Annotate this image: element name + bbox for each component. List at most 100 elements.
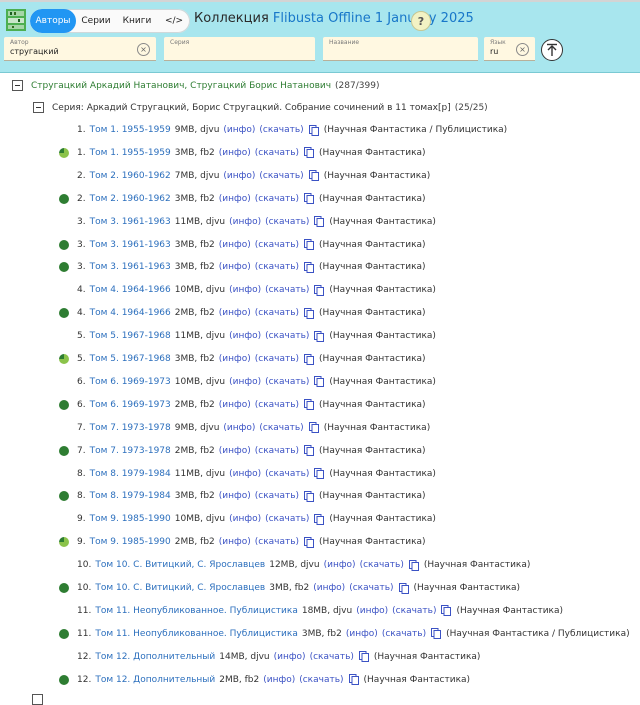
- book-title-link[interactable]: Том 3. 1961-1963: [90, 262, 171, 272]
- copy-icon[interactable]: [408, 559, 419, 571]
- clear-lang-icon[interactable]: ×: [516, 43, 529, 56]
- download-link[interactable]: (скачать): [265, 514, 309, 524]
- download-link[interactable]: (скачать): [310, 652, 354, 662]
- download-link[interactable]: (скачать): [255, 240, 299, 250]
- download-link[interactable]: (скачать): [255, 446, 299, 456]
- lang-field-value[interactable]: ru: [490, 47, 498, 56]
- book-title-link[interactable]: Том 1. 1955-1959: [90, 148, 171, 158]
- author-name[interactable]: Стругацкий Аркадий Натанович, Стругацкий…: [31, 81, 331, 91]
- info-link[interactable]: (инфо): [274, 652, 306, 662]
- tab-books[interactable]: Книги: [116, 9, 158, 33]
- download-link[interactable]: (скачать): [255, 491, 299, 501]
- title-field[interactable]: Название: [323, 37, 478, 61]
- download-link[interactable]: (скачать): [265, 331, 309, 341]
- series-name[interactable]: Серия: Аркадий Стругацкий, Борис Стругац…: [52, 103, 451, 113]
- info-link[interactable]: (инфо): [219, 354, 251, 364]
- upload-button[interactable]: [541, 39, 563, 61]
- book-title-link[interactable]: Том 9. 1985-1990: [90, 514, 171, 524]
- bookshelf-logo-icon[interactable]: [6, 9, 26, 31]
- book-title-link[interactable]: Том 6. 1969-1973: [90, 400, 171, 410]
- info-link[interactable]: (инфо): [229, 285, 261, 295]
- book-title-link[interactable]: Том 3. 1961-1963: [90, 217, 171, 227]
- collapse-author-icon[interactable]: [12, 80, 23, 91]
- copy-icon[interactable]: [358, 651, 369, 663]
- download-link[interactable]: (скачать): [255, 148, 299, 158]
- info-link[interactable]: (инфо): [219, 491, 251, 501]
- book-title-link[interactable]: Том 2. 1960-1962: [90, 194, 171, 204]
- book-title-link[interactable]: Том 10. С. Витицкий, С. Ярославцев: [95, 560, 265, 570]
- copy-icon[interactable]: [314, 468, 325, 479]
- info-link[interactable]: (инфо): [346, 629, 378, 639]
- series-field[interactable]: Серия: [164, 37, 315, 61]
- info-link[interactable]: (инфо): [223, 125, 255, 135]
- info-link[interactable]: (инфо): [219, 262, 251, 272]
- copy-icon[interactable]: [304, 193, 315, 205]
- info-link[interactable]: (инфо): [219, 148, 251, 158]
- book-title-link[interactable]: Том 8. 1979-1984: [90, 469, 171, 479]
- copy-icon[interactable]: [348, 674, 359, 686]
- download-link[interactable]: (скачать): [382, 629, 426, 639]
- book-title-link[interactable]: Том 9. 1985-1990: [90, 537, 171, 547]
- info-link[interactable]: (инфо): [229, 217, 261, 227]
- tab-code[interactable]: </>: [158, 9, 190, 33]
- book-title-link[interactable]: Том 11. Неопубликованное. Публицистика: [95, 606, 298, 616]
- copy-icon[interactable]: [304, 353, 315, 365]
- author-row[interactable]: Стругацкий Аркадий Натанович, Стругацкий…: [12, 80, 379, 91]
- download-link[interactable]: (скачать): [255, 354, 299, 364]
- collapse-series-icon[interactable]: [33, 102, 44, 113]
- book-title-link[interactable]: Том 1. 1955-1959: [90, 125, 171, 135]
- copy-icon[interactable]: [308, 422, 319, 434]
- help-button[interactable]: ?: [411, 11, 431, 31]
- info-link[interactable]: (инфо): [223, 171, 255, 181]
- info-link[interactable]: (инфо): [219, 240, 251, 250]
- download-link[interactable]: (скачать): [265, 217, 309, 227]
- copy-icon[interactable]: [308, 124, 319, 136]
- copy-icon[interactable]: [304, 490, 315, 502]
- download-link[interactable]: (скачать): [265, 469, 309, 479]
- info-link[interactable]: (инфо): [219, 194, 251, 204]
- download-link[interactable]: (скачать): [259, 171, 303, 181]
- tab-series[interactable]: Серии: [76, 9, 116, 33]
- info-link[interactable]: (инфо): [324, 560, 356, 570]
- book-title-link[interactable]: Том 4. 1964-1966: [90, 308, 171, 318]
- copy-icon[interactable]: [314, 284, 325, 296]
- info-link[interactable]: (инфо): [229, 331, 261, 341]
- book-title-link[interactable]: Том 11. Неопубликованное. Публицистика: [95, 629, 298, 639]
- book-title-link[interactable]: Том 2. 1960-1962: [90, 171, 171, 181]
- copy-icon[interactable]: [441, 605, 452, 617]
- copy-icon[interactable]: [304, 536, 315, 548]
- info-link[interactable]: (инфо): [356, 606, 388, 616]
- download-link[interactable]: (скачать): [255, 400, 299, 410]
- clear-author-icon[interactable]: ×: [137, 43, 150, 56]
- copy-icon[interactable]: [431, 628, 442, 640]
- info-link[interactable]: (инфо): [219, 446, 251, 456]
- copy-icon[interactable]: [308, 170, 319, 182]
- info-link[interactable]: (инфо): [219, 308, 251, 318]
- copy-icon[interactable]: [398, 582, 409, 594]
- book-title-link[interactable]: Том 7. 1973-1978: [90, 423, 171, 433]
- lang-field[interactable]: Язык ru ×: [484, 37, 535, 61]
- book-title-link[interactable]: Том 3. 1961-1963: [90, 240, 171, 250]
- copy-icon[interactable]: [304, 147, 315, 159]
- info-link[interactable]: (инфо): [229, 377, 261, 387]
- download-link[interactable]: (скачать): [259, 125, 303, 135]
- copy-icon[interactable]: [304, 239, 315, 250]
- copy-icon[interactable]: [314, 216, 325, 228]
- copy-icon[interactable]: [304, 399, 315, 411]
- copy-icon[interactable]: [304, 261, 315, 273]
- download-link[interactable]: (скачать): [349, 583, 393, 593]
- book-title-link[interactable]: Том 4. 1964-1966: [90, 285, 171, 295]
- author-field[interactable]: Автор стругацкий ×: [4, 37, 156, 61]
- download-link[interactable]: (скачать): [259, 423, 303, 433]
- copy-icon[interactable]: [304, 445, 315, 457]
- collection-name[interactable]: Flibusta Offline 1 January 2025: [273, 11, 474, 26]
- book-title-link[interactable]: Том 5. 1967-1968: [90, 331, 171, 341]
- download-link[interactable]: (скачать): [265, 285, 309, 295]
- series-row[interactable]: Серия: Аркадий Стругацкий, Борис Стругац…: [33, 102, 488, 113]
- book-title-link[interactable]: Том 12. Дополнительный: [95, 652, 215, 662]
- book-title-link[interactable]: Том 6. 1969-1973: [90, 377, 171, 387]
- info-link[interactable]: (инфо): [263, 675, 295, 685]
- book-title-link[interactable]: Том 5. 1967-1968: [90, 354, 171, 364]
- copy-icon[interactable]: [314, 513, 325, 525]
- download-link[interactable]: (скачать): [265, 377, 309, 387]
